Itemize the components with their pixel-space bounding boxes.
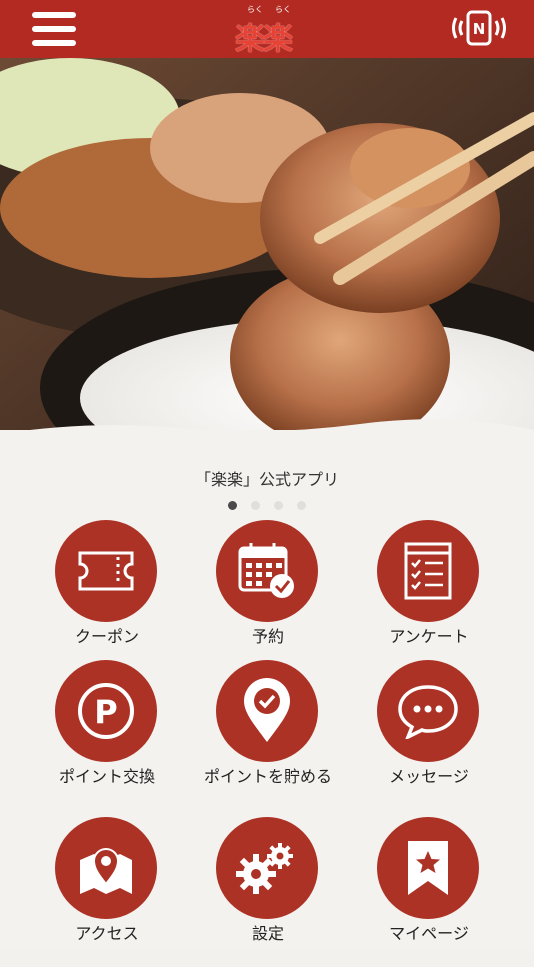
settings-button[interactable]: 設定 [188,817,348,967]
ticket-icon [55,520,157,622]
hamburger-menu-icon[interactable] [32,10,76,48]
calendar-check-icon [216,520,318,622]
point-exchange-button[interactable]: P ポイント交換 [27,660,187,810]
checklist-icon [377,520,479,622]
gears-icon [216,817,318,919]
svg-text:P: P [94,693,117,731]
carousel-dot[interactable] [228,501,237,510]
mypage-button[interactable]: マイページ [349,817,509,967]
point-p-icon: P [55,660,157,762]
carousel-dots [0,495,534,514]
point-exchange-label: ポイント交換 [58,767,155,786]
carousel-dot[interactable] [251,501,260,510]
app-logo: らく らく 楽楽 [233,4,301,57]
location-check-icon [216,660,318,762]
carousel-dot[interactable] [274,501,283,510]
earn-points-label: ポイントを貯める [203,767,332,786]
top-bar: らく らく 楽楽 N [0,0,534,58]
logo-ruby: らく らく [247,5,291,14]
mypage-label: マイページ [389,924,469,943]
reservation-label: 予約 [251,627,284,646]
reservation-button[interactable]: 予約 [188,520,348,670]
earn-points-button[interactable]: ポイントを貯める [188,660,348,810]
coupon-button[interactable]: クーポン [27,520,187,670]
settings-label: 設定 [251,924,284,943]
speech-bubble-icon [377,660,479,762]
message-button[interactable]: メッセージ [349,660,509,810]
app-title: 「楽楽」公式アプリ [194,470,339,489]
nfc-phone-icon[interactable]: N [448,8,510,48]
survey-label: アンケート [389,627,469,646]
svg-text:N: N [473,20,486,38]
survey-button[interactable]: アンケート [349,520,509,670]
coupon-label: クーポン [74,627,139,646]
logo-text: 楽楽 [235,22,293,57]
access-button[interactable]: アクセス [27,817,187,967]
message-label: メッセージ [389,767,469,786]
bookmark-star-icon [377,817,479,919]
carousel-dot[interactable] [297,501,306,510]
access-label: アクセス [75,924,139,943]
map-pin-icon [55,817,157,919]
